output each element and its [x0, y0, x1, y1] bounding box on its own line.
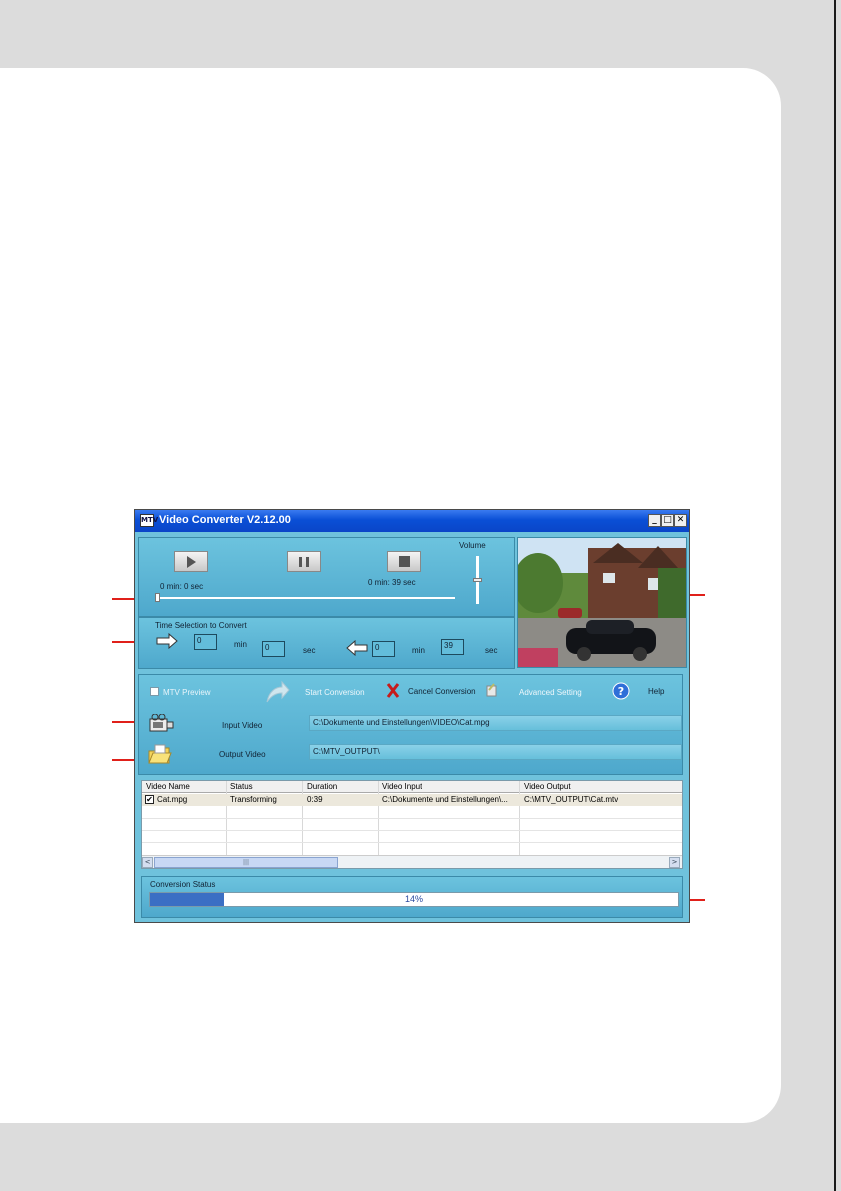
- window-title: Video Converter V2.12.00: [159, 514, 291, 526]
- current-time: 0 min: 0 sec: [160, 582, 204, 591]
- output-video-path[interactable]: C:\MTV_OUTPUT\: [309, 744, 682, 760]
- cell-video-name: Cat.mpg: [157, 795, 188, 804]
- end-sec-label: sec: [485, 646, 498, 655]
- scroll-grip: |||: [242, 859, 250, 866]
- cancel-conversion-icon[interactable]: [386, 682, 400, 699]
- input-video-path[interactable]: C:\Dokumente und Einstellungen\VIDEO\Cat…: [309, 715, 682, 731]
- column-header-video-name[interactable]: Video Name: [146, 782, 190, 791]
- stop-button[interactable]: [387, 551, 421, 572]
- row-line: [142, 830, 682, 831]
- table-row[interactable]: ✔ Cat.mpg Transforming 0:39 C:\Dokumente…: [142, 794, 682, 806]
- time-selection-label: Time Selection to Convert: [155, 621, 247, 630]
- pause-button[interactable]: [287, 551, 321, 572]
- pause-icon: [299, 556, 309, 567]
- cell-video-output: C:\MTV_OUTPUT\Cat.mtv: [524, 795, 619, 804]
- stop-icon: [398, 556, 410, 567]
- input-video-label: Input Video: [222, 721, 263, 730]
- scroll-left-button[interactable]: <: [142, 857, 153, 868]
- cell-video-input: C:\Dokumente und Einstellungen\...: [382, 795, 508, 804]
- horizontal-scrollbar[interactable]: < ||| >: [142, 855, 682, 868]
- scroll-right-button[interactable]: >: [669, 857, 680, 868]
- start-min-label: min: [234, 640, 247, 649]
- help-label[interactable]: Help: [648, 687, 664, 696]
- title-bar[interactable]: MTV Video Converter V2.12.00 _ □ ✕: [135, 510, 689, 532]
- start-conversion-icon[interactable]: [264, 679, 290, 705]
- column-header-video-input[interactable]: Video Input: [382, 782, 422, 791]
- conversion-settings-panel: MTV Preview Start Conversion Cancel Conv…: [138, 674, 683, 775]
- app-icon: MTV: [140, 514, 158, 527]
- output-folder-icon[interactable]: [147, 743, 173, 767]
- page-edge-line: [834, 0, 836, 1191]
- row-checkbox[interactable]: ✔: [145, 795, 154, 804]
- arrow-left-icon: [346, 640, 368, 656]
- start-conversion-label[interactable]: Start Conversion: [305, 688, 365, 697]
- conversion-status-panel: Conversion Status 14%: [141, 876, 683, 918]
- volume-label: Volume: [459, 541, 486, 550]
- close-button[interactable]: ✕: [674, 514, 687, 527]
- end-min-field[interactable]: 0: [372, 641, 395, 657]
- row-line: [142, 842, 682, 843]
- output-video-label: Output Video: [219, 750, 266, 759]
- row-line: [142, 818, 682, 819]
- play-button[interactable]: [174, 551, 208, 572]
- seek-slider[interactable]: [155, 593, 160, 602]
- svg-text:?: ?: [618, 685, 624, 698]
- end-sec-field[interactable]: 39: [441, 639, 464, 655]
- cancel-conversion-label[interactable]: Cancel Conversion: [408, 687, 476, 696]
- start-sec-field[interactable]: 0: [262, 641, 285, 657]
- cell-status: Transforming: [230, 795, 277, 804]
- seek-track: [155, 597, 455, 599]
- start-min-field[interactable]: 0: [194, 634, 217, 650]
- preview-frame-image: [513, 538, 686, 667]
- video-converter-window: MTV Video Converter V2.12.00 _ □ ✕ 0 min…: [134, 509, 690, 923]
- help-icon[interactable]: ?: [612, 682, 630, 700]
- minimize-button[interactable]: _: [648, 514, 661, 527]
- progress-percent: 14%: [404, 894, 423, 904]
- arrow-right-icon: [156, 633, 178, 649]
- advanced-setting-label[interactable]: Advanced Setting: [519, 688, 582, 697]
- preview-checkbox[interactable]: [150, 687, 159, 696]
- advanced-setting-icon[interactable]: [484, 681, 500, 697]
- column-header-status[interactable]: Status: [230, 782, 253, 791]
- volume-slider[interactable]: [473, 578, 482, 582]
- table-header: Video Name Status Duration Video Input V…: [142, 781, 682, 793]
- start-sec-label: sec: [303, 646, 316, 655]
- preview-label: MTV Preview: [163, 688, 211, 697]
- cell-duration: 0:39: [307, 795, 323, 804]
- conversion-status-label: Conversion Status: [150, 880, 216, 889]
- end-min-label: min: [412, 646, 425, 655]
- total-time: 0 min: 39 sec: [368, 578, 416, 587]
- column-header-duration[interactable]: Duration: [307, 782, 337, 791]
- column-header-video-output[interactable]: Video Output: [524, 782, 571, 791]
- video-list-table: Video Name Status Duration Video Input V…: [141, 780, 683, 869]
- scroll-thumb[interactable]: |||: [154, 857, 338, 868]
- video-preview: [513, 537, 687, 668]
- player-panel: 0 min: 0 sec 0 min: 39 sec Volume: [138, 537, 515, 617]
- play-icon: [186, 555, 196, 568]
- input-video-icon[interactable]: [146, 714, 176, 736]
- time-selection-panel: Time Selection to Convert 0 min 0 sec 0 …: [138, 617, 515, 669]
- maximize-button[interactable]: □: [661, 514, 674, 527]
- progress-bar: 14%: [149, 892, 679, 907]
